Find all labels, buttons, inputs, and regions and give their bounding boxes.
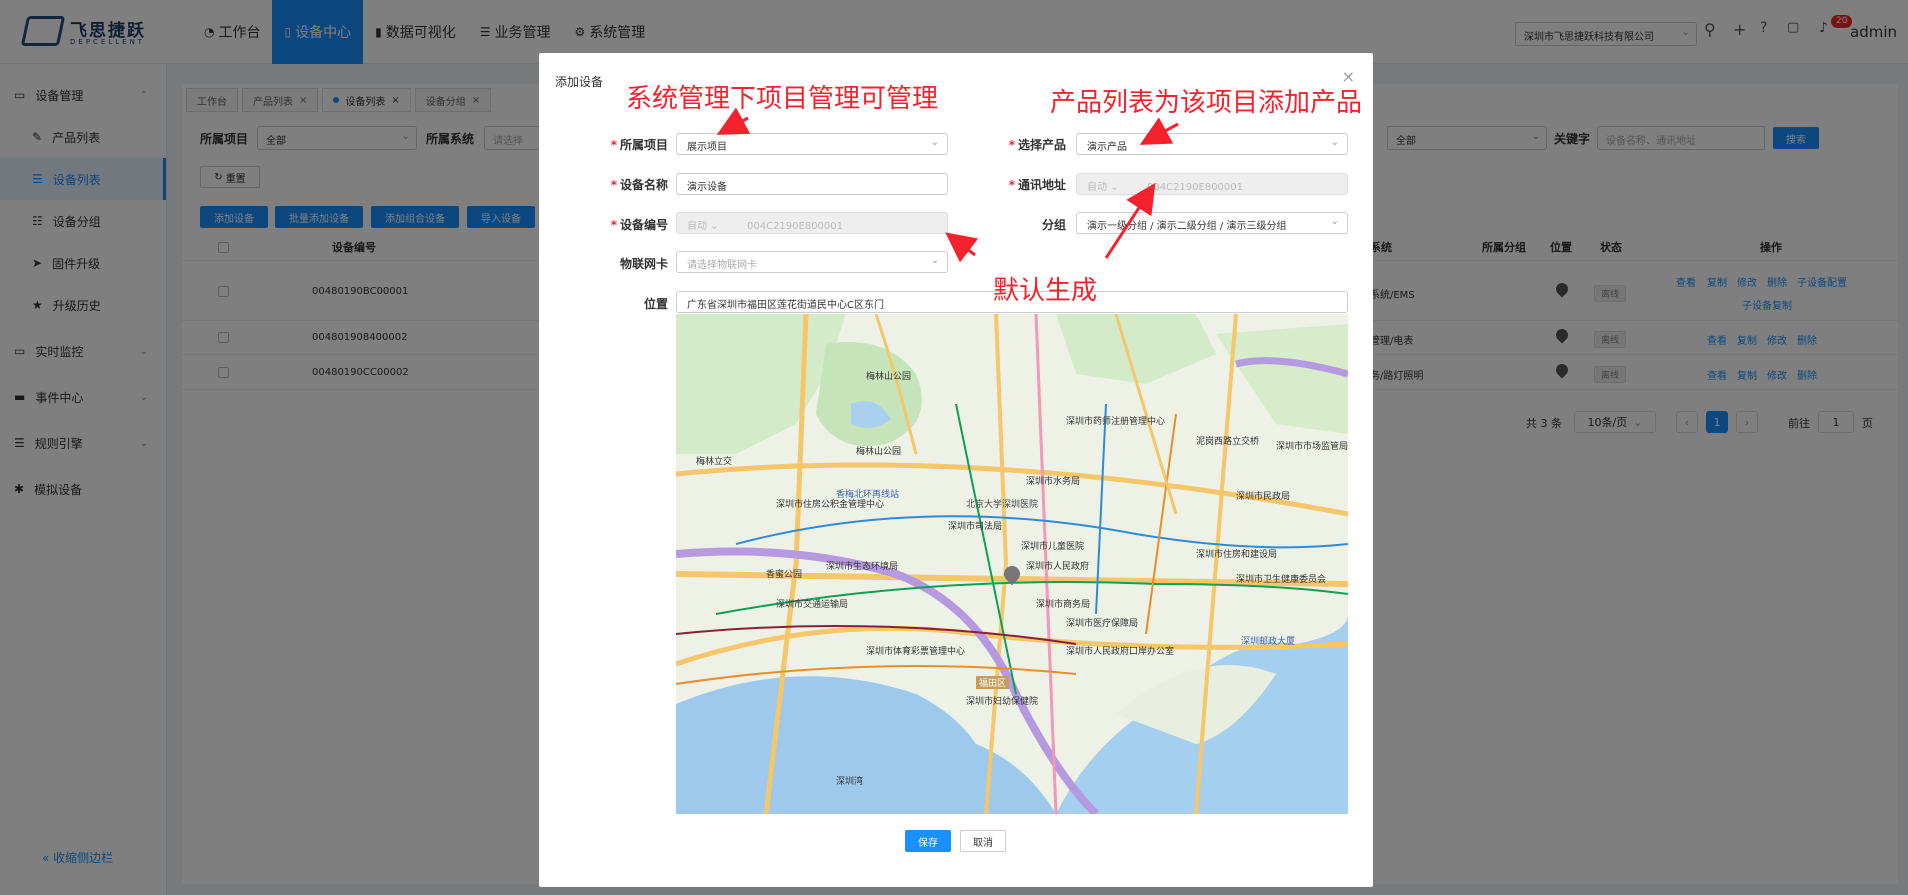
annotation-arrows — [716, 107, 1179, 263]
